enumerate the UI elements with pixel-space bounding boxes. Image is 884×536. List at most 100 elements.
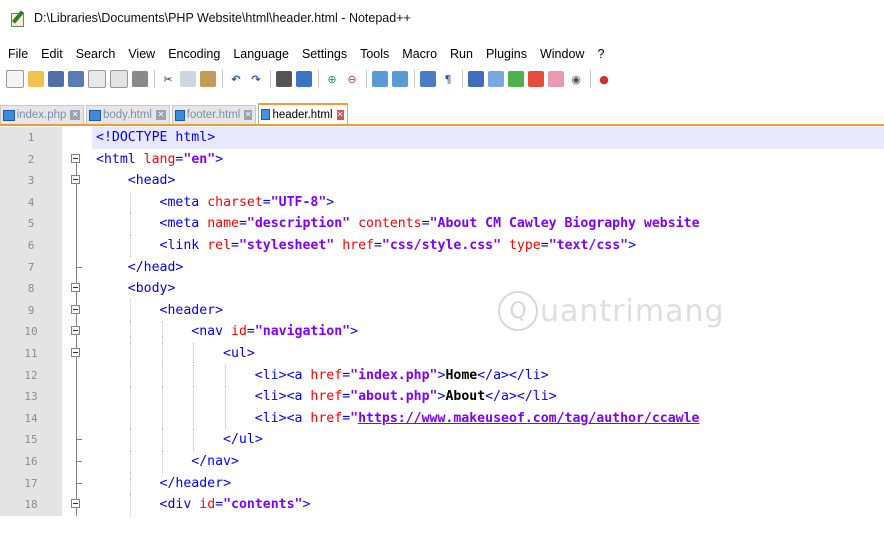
code-line[interactable]: 10 <nav id="navigation"> — [0, 321, 884, 343]
indent-guide — [161, 429, 164, 451]
indent-guide — [193, 429, 195, 451]
fold-margin[interactable] — [62, 299, 92, 322]
line-number: 6 — [0, 235, 62, 257]
copy-icon[interactable] — [180, 71, 196, 87]
code-line[interactable]: 17 </header> — [0, 472, 884, 495]
paste-icon[interactable] — [200, 71, 216, 87]
fold-margin[interactable] — [62, 321, 92, 343]
sync-vertical-icon[interactable] — [372, 71, 388, 87]
menu-help[interactable]: ? — [597, 47, 604, 61]
fold-toggle-icon[interactable] — [71, 283, 80, 293]
fold-margin[interactable] — [62, 148, 92, 171]
close-tab-icon[interactable]: ✕ — [336, 109, 344, 120]
line-number: 12 — [0, 364, 62, 387]
undo-icon[interactable]: ↶ — [228, 71, 244, 87]
menu-language[interactable]: Language — [233, 47, 289, 61]
tab-index-php[interactable]: index.php ✕ — [0, 105, 84, 124]
word-wrap-icon[interactable] — [420, 71, 436, 87]
udl-icon[interactable] — [488, 71, 504, 87]
line-number: 14 — [0, 407, 62, 430]
menu-window[interactable]: Window — [540, 47, 584, 61]
menu-settings[interactable]: Settings — [302, 47, 347, 61]
function-list-icon[interactable] — [528, 71, 544, 87]
close-all-icon[interactable] — [110, 70, 128, 88]
code-line[interactable]: 13 <li><a href="about.php">About</a></li… — [0, 386, 884, 408]
close-tab-icon[interactable]: ✕ — [156, 110, 166, 120]
file-icon — [3, 109, 15, 121]
tab-footer-html[interactable]: footer.html ✕ — [172, 105, 256, 124]
fold-margin — [62, 386, 92, 408]
zoom-out-icon[interactable]: ⊖ — [344, 71, 360, 87]
code-line[interactable]: 15 </ul> — [0, 429, 884, 451]
fold-toggle-icon[interactable] — [71, 348, 80, 357]
print-icon[interactable] — [132, 71, 148, 87]
code-line[interactable]: 11 <ul> — [0, 343, 884, 365]
folder-workspace-icon[interactable] — [548, 71, 564, 87]
show-all-chars-icon[interactable]: ¶ — [440, 71, 456, 87]
code-line[interactable]: 18 <div id="contents"> — [0, 494, 884, 516]
menu-plugins[interactable]: Plugins — [486, 47, 527, 61]
line-number: 8 — [0, 278, 62, 300]
menu-file[interactable]: File — [8, 47, 28, 61]
code-line[interactable]: 16 </nav> — [0, 451, 884, 473]
code-line[interactable]: 14 <li><a href="https://www.makeuseof.co… — [0, 407, 884, 430]
indent-guide-icon[interactable] — [468, 71, 484, 87]
menu-encoding[interactable]: Encoding — [168, 47, 220, 61]
sync-horizontal-icon[interactable] — [392, 71, 408, 87]
code-line[interactable]: 7 </head> — [0, 256, 884, 279]
close-icon[interactable] — [88, 70, 106, 88]
code-line[interactable]: 5 <meta name="description" contents="Abo… — [0, 213, 884, 235]
tab-body-html[interactable]: body.html ✕ — [86, 105, 170, 124]
redo-icon[interactable]: ↷ — [248, 71, 264, 87]
fold-toggle-icon[interactable] — [71, 326, 80, 336]
menu-tools[interactable]: Tools — [360, 47, 389, 61]
code-line[interactable]: 8 <body> — [0, 278, 884, 300]
fold-toggle-icon[interactable] — [71, 304, 80, 314]
indent-guide — [129, 321, 132, 343]
menu-macro[interactable]: Macro — [402, 47, 437, 61]
menu-view[interactable]: View — [128, 47, 155, 61]
code-line[interactable]: 2 <html lang="en"> — [0, 148, 884, 171]
code-line[interactable]: 4 <meta charset="UTF-8"> — [0, 191, 884, 214]
close-tab-icon[interactable]: ✕ — [244, 110, 252, 120]
save-all-icon[interactable] — [68, 71, 84, 87]
save-icon[interactable] — [48, 71, 64, 87]
close-tab-icon[interactable]: ✕ — [70, 110, 80, 120]
menu-search[interactable]: Search — [76, 47, 116, 61]
fold-toggle-icon[interactable] — [71, 499, 80, 509]
open-file-icon[interactable] — [28, 71, 44, 87]
zoom-in-icon[interactable]: ⊕ — [324, 71, 340, 87]
code-line[interactable]: 1 <!DOCTYPE html> — [0, 127, 884, 149]
indent-guide — [161, 321, 164, 343]
fold-margin[interactable] — [62, 170, 92, 192]
record-macro-icon[interactable]: ● — [596, 71, 612, 87]
doc-map-icon[interactable] — [508, 71, 524, 87]
indent-guide — [129, 451, 132, 473]
line-number: 18 — [0, 494, 62, 516]
line-number: 9 — [0, 299, 62, 322]
code-line[interactable]: 3 <head> — [0, 170, 884, 192]
new-file-icon[interactable] — [6, 70, 24, 88]
fold-margin[interactable] — [62, 343, 92, 365]
fold-margin — [62, 127, 92, 149]
monitor-icon[interactable]: ◉ — [568, 71, 584, 87]
indent-guide — [161, 364, 164, 387]
code-editor[interactable]: 1 <!DOCTYPE html> 2 <html lang="en"> 3 <head… — [0, 127, 884, 536]
replace-icon[interactable] — [296, 71, 312, 87]
menu-edit[interactable]: Edit — [41, 47, 63, 61]
find-icon[interactable] — [276, 71, 292, 87]
fold-margin[interactable] — [62, 494, 92, 516]
code-line[interactable]: 6 <link rel="stylesheet" href="css/style… — [0, 235, 884, 257]
code-line[interactable]: 9 <header> — [0, 299, 884, 322]
fold-toggle-icon[interactable] — [71, 153, 80, 163]
line-number: 10 — [0, 321, 62, 343]
fold-margin[interactable] — [62, 278, 92, 300]
cut-icon[interactable]: ✂ — [160, 71, 176, 87]
fold-toggle-icon[interactable] — [71, 175, 80, 185]
indent-guide — [225, 364, 227, 387]
code-text: <!DOCTYPE html> — [96, 130, 216, 145]
tab-header-html[interactable]: header.html ✕ — [258, 103, 348, 124]
menu-run[interactable]: Run — [450, 47, 473, 61]
code-line[interactable]: 12 <li><a href="index.php">Home</a></li> — [0, 364, 884, 387]
toolbar-separator — [590, 70, 591, 88]
